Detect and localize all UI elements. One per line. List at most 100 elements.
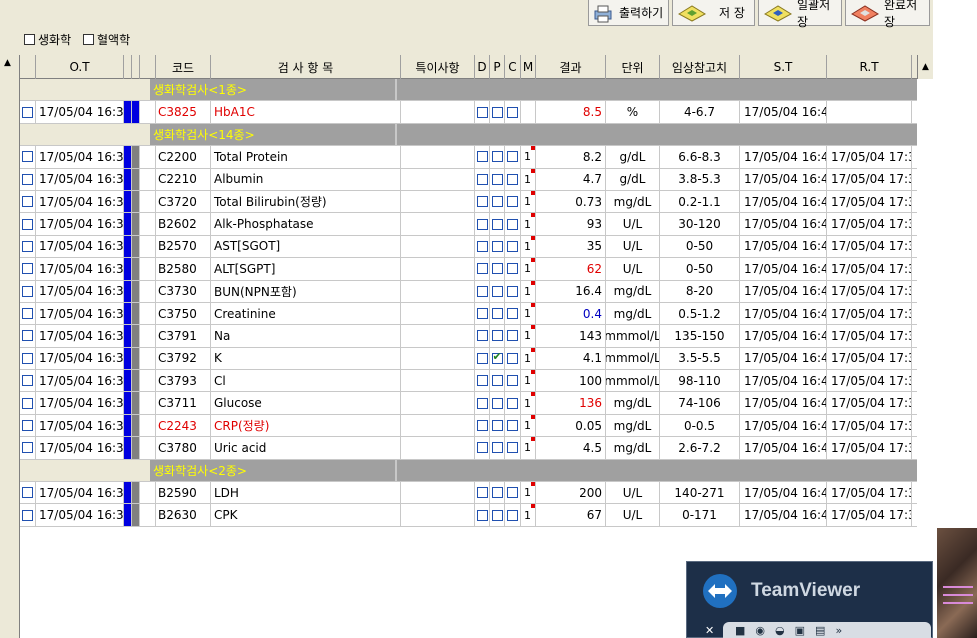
column-header[interactable]: 단위 — [606, 55, 660, 79]
table-row[interactable]: 17/05/04 16:39 B2570 AST[SGOT] 1 35 U/L 0-50 17… — [20, 235, 917, 259]
batch-save-button[interactable]: 일괄저장 — [758, 0, 842, 29]
flag-c-checkbox[interactable] — [507, 151, 518, 163]
special-note[interactable] — [401, 213, 475, 235]
flag-c-cell[interactable] — [505, 437, 521, 459]
row-select-checkbox-cell[interactable] — [20, 235, 36, 258]
flag-c-cell[interactable] — [505, 213, 521, 235]
flag-c-checkbox[interactable] — [507, 509, 518, 521]
flag-p-cell[interactable] — [490, 437, 505, 459]
scroll-up-icon[interactable]: ▲ — [4, 58, 11, 68]
flag-p-checkbox[interactable] — [491, 263, 503, 275]
row-select-checkbox[interactable] — [22, 375, 33, 387]
teamviewer-close-icon[interactable]: ✕ — [705, 624, 714, 637]
flag-c-checkbox[interactable] — [507, 173, 518, 185]
row-select-checkbox-cell[interactable] — [20, 146, 36, 168]
save-button[interactable]: 저 장 — [672, 0, 755, 26]
special-note[interactable] — [401, 482, 475, 504]
row-select-checkbox[interactable] — [22, 285, 33, 297]
flag-d-checkbox[interactable] — [476, 509, 488, 521]
group-row[interactable]: 생화학검사<14종> — [20, 123, 917, 147]
flag-p-checkbox[interactable] — [491, 218, 503, 230]
flag-c-cell[interactable] — [505, 190, 521, 213]
row-select-checkbox[interactable] — [22, 240, 33, 252]
column-header[interactable]: 코드 — [156, 55, 211, 79]
teamviewer-more-icon[interactable]: » — [835, 624, 842, 637]
flag-d-cell[interactable] — [475, 504, 490, 526]
flag-d-checkbox[interactable] — [476, 263, 488, 275]
row-select-checkbox-cell[interactable] — [20, 347, 36, 370]
flag-d-cell[interactable] — [475, 392, 490, 414]
column-header[interactable]: C — [505, 55, 521, 79]
column-header[interactable]: 특이사항 — [401, 55, 475, 79]
row-select-checkbox-cell[interactable] — [20, 213, 36, 235]
row-select-checkbox-cell[interactable] — [20, 280, 36, 302]
row-select-checkbox[interactable] — [22, 487, 33, 499]
flag-c-checkbox[interactable] — [507, 330, 518, 342]
biochem-filter[interactable]: 생화학 — [24, 31, 71, 48]
row-select-checkbox-cell[interactable] — [20, 168, 36, 190]
flag-d-checkbox[interactable] — [476, 196, 488, 208]
column-header[interactable]: 임상참고치 — [660, 55, 740, 79]
flag-p-checkbox[interactable] — [491, 487, 503, 499]
flag-d-cell[interactable] — [475, 101, 490, 123]
table-row[interactable]: 17/05/04 16:39 C3780 Uric acid 1 4.5 mg/dL 2.6… — [20, 437, 917, 460]
table-row[interactable]: 17/05/04 16:39 B2602 Alk-Phosphatase 1 93 U/L… — [20, 213, 917, 236]
flag-d-cell[interactable] — [475, 235, 490, 258]
column-header[interactable]: 결과 — [536, 55, 606, 79]
flag-d-checkbox[interactable] — [476, 240, 488, 252]
flag-p-checkbox[interactable] — [491, 106, 503, 118]
special-note[interactable] — [401, 437, 475, 459]
flag-d-checkbox[interactable] — [476, 420, 488, 432]
flag-c-cell[interactable] — [505, 146, 521, 168]
flag-c-checkbox[interactable] — [507, 196, 518, 208]
flag-p-cell[interactable] — [490, 482, 505, 504]
flag-d-cell[interactable] — [475, 437, 490, 459]
row-select-checkbox[interactable] — [22, 509, 33, 521]
row-select-checkbox-cell[interactable] — [20, 370, 36, 392]
row-select-checkbox-cell[interactable] — [20, 258, 36, 280]
table-row[interactable]: 17/05/04 16:39 C3750 Creatinine 1 0.4 mg/dL 0.… — [20, 302, 917, 326]
flag-p-cell[interactable] — [490, 213, 505, 235]
row-select-checkbox[interactable] — [22, 330, 33, 342]
flag-p-cell[interactable] — [490, 504, 505, 526]
teamviewer-cam-icon[interactable]: ■ — [735, 624, 745, 637]
flag-c-cell[interactable] — [505, 347, 521, 370]
special-note[interactable] — [401, 347, 475, 370]
table-row[interactable]: 17/05/04 16:39 C3711 Glucose 1 136 mg/dL 74-10… — [20, 392, 917, 415]
column-header[interactable]: P — [490, 55, 505, 79]
flag-c-checkbox[interactable] — [507, 240, 518, 252]
table-row[interactable]: 17/05/04 16:39C3792K14.1mmmol/L3.5-5.517… — [20, 347, 917, 371]
flag-d-checkbox[interactable] — [476, 375, 488, 387]
row-select-checkbox-cell[interactable] — [20, 392, 36, 414]
flag-p-cell[interactable] — [490, 392, 505, 414]
flag-c-cell[interactable] — [505, 235, 521, 258]
table-row[interactable]: 17/05/04 16:39 C3720 Total Bilirubin(정량) 1 0… — [20, 190, 917, 214]
flag-c-cell[interactable] — [505, 258, 521, 280]
flag-d-checkbox[interactable] — [476, 285, 488, 297]
flag-c-cell[interactable] — [505, 280, 521, 302]
row-select-checkbox[interactable] — [22, 263, 33, 275]
flag-p-cell[interactable] — [490, 168, 505, 190]
row-select-checkbox[interactable] — [22, 106, 33, 118]
column-header[interactable]: 검 사 항 목 — [211, 55, 401, 79]
group-row[interactable]: 생화학검사<1종> — [20, 79, 917, 102]
row-select-checkbox[interactable] — [22, 420, 33, 432]
row-select-checkbox-cell[interactable] — [20, 302, 36, 325]
row-select-checkbox-cell[interactable] — [20, 190, 36, 213]
flag-c-checkbox[interactable] — [507, 375, 518, 387]
flag-d-cell[interactable] — [475, 168, 490, 190]
row-select-checkbox[interactable] — [22, 397, 33, 409]
table-row[interactable]: 17/05/04 16:39 C2243 CRP(정량) 1 0.05 mg/dL 0-0.… — [20, 414, 917, 438]
special-note[interactable] — [401, 504, 475, 526]
flag-c-cell[interactable] — [505, 101, 521, 123]
flag-d-cell[interactable] — [475, 370, 490, 392]
hematology-checkbox[interactable] — [83, 34, 94, 45]
flag-p-cell[interactable] — [490, 101, 505, 123]
flag-d-cell[interactable] — [475, 325, 490, 347]
flag-d-cell[interactable] — [475, 146, 490, 168]
row-select-checkbox[interactable] — [22, 173, 33, 185]
flag-c-checkbox[interactable] — [507, 487, 518, 499]
special-note[interactable] — [401, 168, 475, 190]
teamviewer-audio-icon[interactable]: ◉ — [755, 624, 765, 637]
row-select-checkbox-cell[interactable] — [20, 414, 36, 437]
